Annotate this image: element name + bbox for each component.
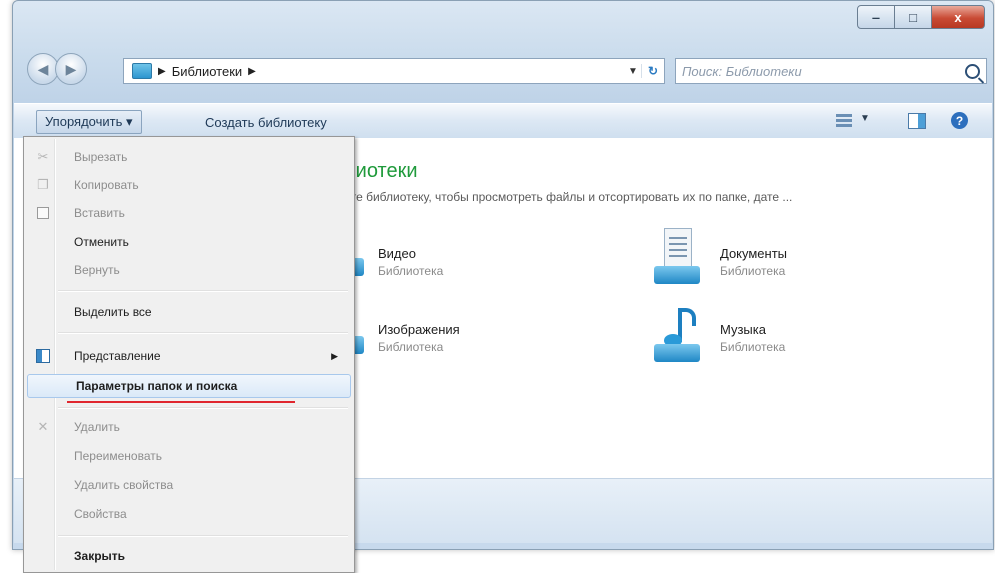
- forward-button[interactable]: ▶: [55, 53, 87, 85]
- menu-item-label: Отменить: [74, 235, 129, 249]
- page-description: йте библиотеку, чтобы просмотреть файлы …: [344, 190, 793, 204]
- menu-item-label: Вернуть: [74, 263, 120, 277]
- close-button[interactable]: x: [932, 5, 985, 29]
- menu-item-label: Параметры папок и поиска: [76, 379, 238, 393]
- menu-item-label: Представление: [74, 349, 161, 363]
- menu-item-label: Выделить все: [74, 305, 152, 319]
- change-view-icon[interactable]: [836, 114, 852, 128]
- menu-item-label: Удалить свойства: [74, 478, 174, 492]
- library-name: Видео: [378, 246, 416, 261]
- scissors-icon: ✂: [37, 149, 49, 164]
- layout-icon: [36, 349, 50, 363]
- address-bar[interactable]: ▶ Библиотеки ▶ ▼ ↻: [123, 58, 665, 84]
- menu-item-folder-options[interactable]: Параметры папок и поиска: [27, 374, 351, 398]
- documents-library-icon[interactable]: [654, 228, 700, 284]
- menu-item-cut[interactable]: ✂ Вырезать: [26, 146, 350, 168]
- submenu-arrow-icon: ▶: [331, 350, 338, 361]
- refresh-button[interactable]: ↻: [641, 64, 664, 78]
- library-type: Библиотека: [378, 264, 444, 278]
- search-box[interactable]: Поиск: Библиотеки: [675, 58, 987, 84]
- delete-icon: ✕: [37, 419, 49, 434]
- library-name: Документы: [720, 246, 788, 261]
- search-icon[interactable]: [965, 63, 980, 79]
- menu-item-label: Копировать: [74, 178, 139, 192]
- help-icon[interactable]: ?: [951, 112, 968, 129]
- library-type: Библиотека: [720, 264, 786, 278]
- menu-separator: [58, 290, 348, 292]
- menu-item-redo[interactable]: Вернуть: [26, 259, 350, 281]
- library-item-pictures[interactable]: Изображения Библиотека: [378, 322, 460, 354]
- page-title: лиотеки: [344, 160, 418, 182]
- breadcrumb-arrow-icon[interactable]: ▶: [248, 66, 256, 77]
- menu-item-label: Переименовать: [74, 449, 162, 463]
- library-name: Изображения: [378, 322, 460, 337]
- address-dropdown-icon[interactable]: ▼: [625, 66, 641, 77]
- annotation-underline: [67, 401, 295, 403]
- paste-icon: [36, 206, 50, 220]
- create-library-button[interactable]: Создать библиотеку: [196, 110, 336, 134]
- view-dropdown-icon[interactable]: ▼: [860, 113, 870, 124]
- menu-item-close[interactable]: Закрыть: [26, 545, 350, 567]
- menu-item-label: Удалить: [74, 420, 120, 434]
- library-name: Музыка: [720, 322, 766, 337]
- menu-separator: [58, 332, 348, 334]
- menu-item-delete[interactable]: ✕ Удалить: [26, 416, 350, 438]
- menu-item-properties[interactable]: Свойства: [26, 503, 350, 525]
- forward-arrow-icon: ▶: [65, 60, 77, 77]
- maximize-button[interactable]: □: [895, 5, 932, 29]
- command-bar: Упорядочить ▾ Создать библиотеку ▼ ?: [14, 103, 992, 139]
- library-type: Библиотека: [378, 340, 444, 354]
- menu-item-undo[interactable]: Отменить: [26, 231, 350, 253]
- breadcrumb-arrow-icon[interactable]: ▶: [158, 66, 166, 77]
- libraries-icon: [132, 63, 152, 79]
- menu-item-select-all[interactable]: Выделить все: [26, 301, 350, 323]
- library-type: Библиотека: [720, 340, 786, 354]
- library-item-documents[interactable]: Документы Библиотека: [720, 246, 787, 278]
- breadcrumb-libraries[interactable]: Библиотеки: [172, 64, 242, 79]
- back-arrow-icon: ◀: [37, 60, 49, 77]
- menu-item-label: Закрыть: [74, 549, 126, 563]
- menu-item-rename[interactable]: Переименовать: [26, 445, 350, 467]
- organize-menu: ✂ Вырезать ❐ Копировать Вставить Отменит…: [23, 136, 355, 573]
- menu-separator: [58, 535, 348, 537]
- menu-item-label: Вставить: [74, 206, 125, 220]
- preview-pane-icon[interactable]: [908, 113, 926, 129]
- menu-separator: [58, 407, 348, 409]
- menu-item-label: Вырезать: [74, 150, 128, 164]
- menu-item-layout[interactable]: Представление ▶: [26, 345, 350, 367]
- menu-item-remove-properties[interactable]: Удалить свойства: [26, 474, 350, 496]
- navigation-buttons: ◀ ▶: [27, 53, 87, 85]
- copy-icon: ❐: [37, 177, 49, 192]
- menu-item-label: Свойства: [74, 507, 127, 521]
- library-item-music[interactable]: Музыка Библиотека: [720, 322, 785, 354]
- menu-item-paste[interactable]: Вставить: [26, 202, 350, 224]
- search-input[interactable]: Поиск: Библиотеки: [682, 64, 802, 79]
- library-item-video[interactable]: Видео Библиотека: [378, 246, 443, 278]
- music-library-icon[interactable]: [654, 306, 700, 362]
- organize-button[interactable]: Упорядочить ▾: [36, 110, 142, 134]
- caption-buttons: ‒ □ x: [857, 5, 985, 29]
- menu-item-copy[interactable]: ❐ Копировать: [26, 174, 350, 196]
- minimize-button[interactable]: ‒: [857, 5, 895, 29]
